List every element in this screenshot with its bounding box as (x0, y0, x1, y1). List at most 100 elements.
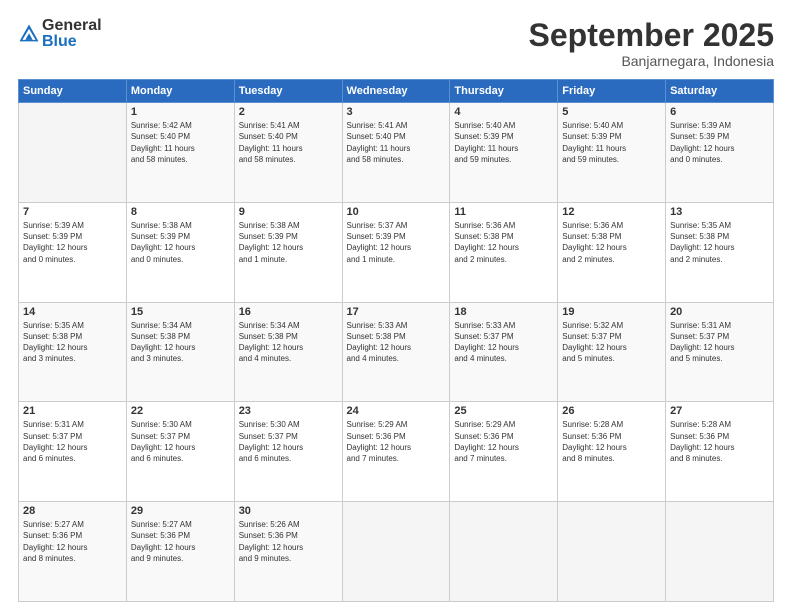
calendar-week-1: 1 Sunrise: 5:42 AM Sunset: 5:40 PM Daylig… (19, 103, 774, 203)
day-number: 29 (131, 505, 230, 517)
day-number: 30 (239, 505, 338, 517)
day-number: 8 (131, 206, 230, 218)
day-info: Sunrise: 5:34 AM Sunset: 5:38 PM Dayligh… (239, 320, 338, 365)
day-number: 23 (239, 405, 338, 417)
day-number: 26 (562, 405, 661, 417)
day-number: 1 (131, 106, 230, 118)
day-info: Sunrise: 5:30 AM Sunset: 5:37 PM Dayligh… (131, 419, 230, 464)
calendar-cell: 7 Sunrise: 5:39 AM Sunset: 5:39 PM Daylig… (19, 202, 127, 302)
calendar-cell: 25 Sunrise: 5:29 AM Sunset: 5:36 PM Dayli… (450, 402, 558, 502)
day-info: Sunrise: 5:42 AM Sunset: 5:40 PM Dayligh… (131, 120, 230, 165)
day-info: Sunrise: 5:40 AM Sunset: 5:39 PM Dayligh… (454, 120, 553, 165)
day-info: Sunrise: 5:35 AM Sunset: 5:38 PM Dayligh… (23, 320, 122, 365)
calendar-cell: 17 Sunrise: 5:33 AM Sunset: 5:38 PM Dayli… (342, 302, 450, 402)
day-info: Sunrise: 5:31 AM Sunset: 5:37 PM Dayligh… (23, 419, 122, 464)
day-info: Sunrise: 5:40 AM Sunset: 5:39 PM Dayligh… (562, 120, 661, 165)
calendar-week-2: 7 Sunrise: 5:39 AM Sunset: 5:39 PM Daylig… (19, 202, 774, 302)
calendar-cell: 13 Sunrise: 5:35 AM Sunset: 5:38 PM Dayli… (666, 202, 774, 302)
calendar-cell: 24 Sunrise: 5:29 AM Sunset: 5:36 PM Dayli… (342, 402, 450, 502)
calendar-table: SundayMondayTuesdayWednesdayThursdayFrid… (18, 79, 774, 602)
calendar-cell: 10Sunrise: 5:37 AM Sunset: 5:39 PM Dayli… (342, 202, 450, 302)
day-info: Sunrise: 5:28 AM Sunset: 5:36 PM Dayligh… (562, 419, 661, 464)
month-title: September 2025 (529, 18, 774, 53)
calendar-cell: 19 Sunrise: 5:32 AM Sunset: 5:37 PM Dayli… (558, 302, 666, 402)
day-number: 2 (239, 106, 338, 118)
day-info: Sunrise: 5:32 AM Sunset: 5:37 PM Dayligh… (562, 320, 661, 365)
calendar-cell: 23 Sunrise: 5:30 AM Sunset: 5:37 PM Dayli… (234, 402, 342, 502)
weekday-header-sunday: Sunday (19, 80, 127, 103)
calendar-cell: 29 Sunrise: 5:27 AM Sunset: 5:36 PM Dayli… (126, 502, 234, 602)
day-number: 27 (670, 405, 769, 417)
calendar-cell (558, 502, 666, 602)
day-number: 6 (670, 106, 769, 118)
day-info: Sunrise: 5:41 AM Sunset: 5:40 PM Dayligh… (347, 120, 446, 165)
day-info: Sunrise: 5:33 AM Sunset: 5:37 PM Dayligh… (454, 320, 553, 365)
day-number: 13 (670, 206, 769, 218)
logo: General Blue (18, 18, 102, 50)
calendar-cell: 18 Sunrise: 5:33 AM Sunset: 5:37 PM Dayli… (450, 302, 558, 402)
day-info: Sunrise: 5:41 AM Sunset: 5:40 PM Dayligh… (239, 120, 338, 165)
day-info: Sunrise: 5:36 AM Sunset: 5:38 PM Dayligh… (562, 220, 661, 265)
day-info: Sunrise: 5:31 AM Sunset: 5:37 PM Dayligh… (670, 320, 769, 365)
calendar-cell (19, 103, 127, 203)
day-info: Sunrise: 5:30 AM Sunset: 5:37 PM Dayligh… (239, 419, 338, 464)
calendar-week-3: 14 Sunrise: 5:35 AM Sunset: 5:38 PM Dayli… (19, 302, 774, 402)
calendar-cell: 27 Sunrise: 5:28 AM Sunset: 5:36 PM Dayli… (666, 402, 774, 502)
day-info: Sunrise: 5:28 AM Sunset: 5:36 PM Dayligh… (670, 419, 769, 464)
calendar-cell: 5Sunrise: 5:40 AM Sunset: 5:39 PM Daylig… (558, 103, 666, 203)
calendar-cell: 21 Sunrise: 5:31 AM Sunset: 5:37 PM Dayli… (19, 402, 127, 502)
weekday-header-saturday: Saturday (666, 80, 774, 103)
day-info: Sunrise: 5:26 AM Sunset: 5:36 PM Dayligh… (239, 519, 338, 564)
logo-general-label: General (42, 18, 102, 34)
calendar-cell: 1 Sunrise: 5:42 AM Sunset: 5:40 PM Daylig… (126, 103, 234, 203)
calendar-cell: 11 Sunrise: 5:36 AM Sunset: 5:38 PM Dayli… (450, 202, 558, 302)
day-number: 16 (239, 306, 338, 318)
day-number: 11 (454, 206, 553, 218)
calendar-cell: 28Sunrise: 5:27 AM Sunset: 5:36 PM Dayli… (19, 502, 127, 602)
calendar-cell: 20 Sunrise: 5:31 AM Sunset: 5:37 PM Dayli… (666, 302, 774, 402)
subtitle: Banjarnegara, Indonesia (529, 53, 774, 69)
weekday-header-monday: Monday (126, 80, 234, 103)
day-info: Sunrise: 5:38 AM Sunset: 5:39 PM Dayligh… (131, 220, 230, 265)
calendar-cell: 26 Sunrise: 5:28 AM Sunset: 5:36 PM Dayli… (558, 402, 666, 502)
day-number: 17 (347, 306, 446, 318)
calendar-cell: 16 Sunrise: 5:34 AM Sunset: 5:38 PM Dayli… (234, 302, 342, 402)
logo-blue-label: Blue (42, 34, 102, 50)
day-number: 25 (454, 405, 553, 417)
day-info: Sunrise: 5:34 AM Sunset: 5:38 PM Dayligh… (131, 320, 230, 365)
day-number: 9 (239, 206, 338, 218)
day-number: 15 (131, 306, 230, 318)
day-info: Sunrise: 5:29 AM Sunset: 5:36 PM Dayligh… (454, 419, 553, 464)
day-number: 7 (23, 206, 122, 218)
day-number: 4 (454, 106, 553, 118)
page: General Blue September 2025 Banjarnegara… (0, 0, 792, 612)
day-number: 18 (454, 306, 553, 318)
day-info: Sunrise: 5:29 AM Sunset: 5:36 PM Dayligh… (347, 419, 446, 464)
day-number: 24 (347, 405, 446, 417)
calendar-cell (666, 502, 774, 602)
calendar-cell: 9Sunrise: 5:38 AM Sunset: 5:39 PM Daylig… (234, 202, 342, 302)
day-number: 20 (670, 306, 769, 318)
day-number: 19 (562, 306, 661, 318)
day-number: 21 (23, 405, 122, 417)
day-info: Sunrise: 5:35 AM Sunset: 5:38 PM Dayligh… (670, 220, 769, 265)
weekday-header-thursday: Thursday (450, 80, 558, 103)
day-number: 3 (347, 106, 446, 118)
calendar-cell: 2 Sunrise: 5:41 AM Sunset: 5:40 PM Daylig… (234, 103, 342, 203)
day-info: Sunrise: 5:39 AM Sunset: 5:39 PM Dayligh… (23, 220, 122, 265)
day-number: 22 (131, 405, 230, 417)
calendar-cell: 14 Sunrise: 5:35 AM Sunset: 5:38 PM Dayli… (19, 302, 127, 402)
logo-text: General Blue (42, 18, 102, 50)
day-number: 14 (23, 306, 122, 318)
calendar-week-5: 28 Sunrise: 5:27 AM Sunset: 5:36 PM Dayli… (19, 502, 774, 602)
calendar-cell: 3 Sunrise: 5:41 AM Sunset: 5:40 PM Daylig… (342, 103, 450, 203)
calendar-cell: 30 Sunrise: 5:26 AM Sunset: 5:36 PM Dayli… (234, 502, 342, 602)
day-info: Sunrise: 5:36 AM Sunset: 5:38 PM Dayligh… (454, 220, 553, 265)
day-info: Sunrise: 5:33 AM Sunset: 5:38 PM Dayligh… (347, 320, 446, 365)
day-info: Sunrise: 5:27 AM Sunset: 5:36 PM Dayligh… (131, 519, 230, 564)
day-number: 28 (23, 505, 122, 517)
calendar-week-4: 21 Sunrise: 5:31 AM Sunset: 5:37 PM Dayli… (19, 402, 774, 502)
weekday-header-row: SundayMondayTuesdayWednesdayThursdayFrid… (19, 80, 774, 103)
calendar-cell (342, 502, 450, 602)
weekday-header-friday: Friday (558, 80, 666, 103)
